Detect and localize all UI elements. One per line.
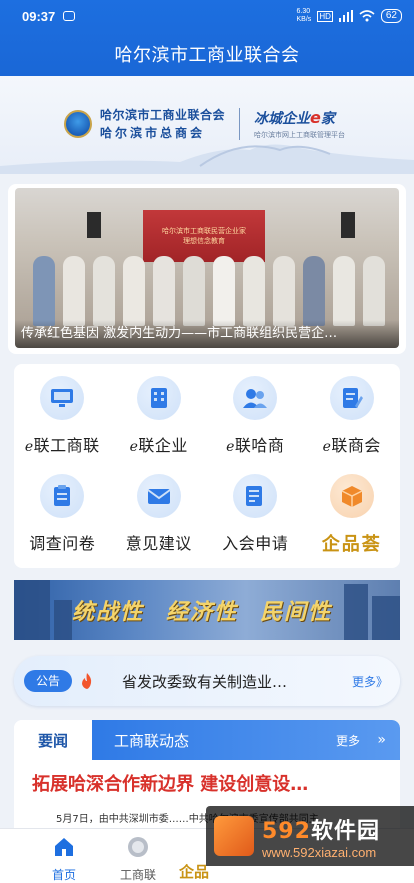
slogan-item: 民间性 bbox=[260, 599, 333, 625]
watermark-url: www.592xiazai.com bbox=[262, 844, 377, 860]
notice-more-link[interactable]: 更多》 bbox=[352, 673, 388, 690]
home-icon bbox=[55, 838, 73, 856]
wifi-icon bbox=[359, 10, 375, 22]
logo-divider bbox=[239, 108, 241, 140]
news-more-link[interactable]: 更多 bbox=[336, 732, 360, 749]
building-graphic bbox=[372, 596, 400, 640]
org-name-line1: 哈尔滨市工商业联合会 bbox=[100, 108, 226, 122]
app-title: 哈尔滨市工商业联合会 bbox=[114, 45, 300, 66]
menu-label: 意见建议 bbox=[125, 534, 192, 553]
org-logo: 哈尔滨市工商业联合会 哈尔滨市总商会 冰城企业e家 哈尔滨市网上工商联管理平台 bbox=[64, 106, 345, 142]
notice-tag: 公告 bbox=[24, 670, 73, 692]
monitor-icon bbox=[40, 376, 85, 420]
users-icon bbox=[233, 376, 278, 420]
menu-e-chamber[interactable]: e联商会 bbox=[304, 372, 401, 460]
building-graphic bbox=[54, 600, 72, 640]
top-bar: 09:37 6.30 KB/s HD 62 哈尔滨市工商业联合会 bbox=[0, 0, 414, 76]
menu-label: 调查问卷 bbox=[29, 534, 96, 553]
news-headline[interactable]: 拓展哈深合作新边界 建设创意设… bbox=[32, 770, 400, 796]
photo-person bbox=[273, 256, 295, 326]
stage-screen: 哈尔滨市工商联民营企业家 理想信念教育 bbox=[143, 210, 265, 262]
document-edit-icon bbox=[329, 376, 374, 420]
slogan-banner[interactable]: 统战性 经济性 民间性 bbox=[14, 580, 400, 640]
news-slider-image[interactable]: 哈尔滨市工商联民营企业家 理想信念教育 传承红色基因 激发内生动力——市工商联组… bbox=[15, 188, 399, 348]
photo-person bbox=[303, 256, 325, 326]
function-grid-card: e联工商联 e联企业 e联哈商 e联商会 调查问卷 意见建议 入会申请 企品荟 bbox=[14, 364, 400, 568]
watermark-number: 592 bbox=[262, 818, 311, 844]
notice-bar[interactable]: 公告 省发改委致有关制造业… 更多》 bbox=[14, 656, 400, 706]
menu-prefix: e bbox=[24, 439, 34, 455]
news-slider-caption[interactable]: 传承红色基因 激发内生动力——市工商联组织民营企… bbox=[15, 320, 399, 348]
nav-home-label: 首页 bbox=[51, 868, 76, 882]
photo-person bbox=[123, 256, 145, 326]
news-tabs: 要闻 工商联动态 更多 » bbox=[14, 720, 400, 760]
mail-icon bbox=[136, 474, 181, 518]
nav-federation[interactable]: 工商联 bbox=[108, 835, 168, 883]
photo-person bbox=[363, 256, 385, 326]
tab-headlines[interactable]: 要闻 bbox=[14, 720, 92, 760]
menu-e-harbin-merchants[interactable]: e联哈商 bbox=[207, 372, 304, 460]
nav-federation-label: 工商联 bbox=[119, 868, 156, 882]
speaker-left bbox=[87, 212, 101, 238]
building-icon bbox=[136, 376, 181, 420]
brand-logo: 冰城企业e家 哈尔滨市网上工商联管理平台 bbox=[254, 108, 345, 140]
brand-e: e bbox=[310, 108, 321, 127]
clipboard-icon bbox=[40, 474, 85, 518]
menu-e-federation[interactable]: e联工商联 bbox=[14, 372, 111, 460]
function-grid: e联工商联 e联企业 e联哈商 e联商会 调查问卷 意见建议 入会申请 企品荟 bbox=[14, 372, 400, 558]
photo-person bbox=[33, 256, 55, 326]
menu-survey[interactable]: 调查问卷 bbox=[14, 470, 111, 558]
fire-icon bbox=[82, 673, 92, 689]
photo-person bbox=[153, 256, 175, 326]
notice-text[interactable]: 省发改委致有关制造业… bbox=[122, 671, 352, 692]
brand-subtitle: 哈尔滨市网上工商联管理平台 bbox=[254, 131, 346, 139]
photo-person bbox=[63, 256, 85, 326]
menu-e-enterprise[interactable]: e联企业 bbox=[111, 372, 208, 460]
menu-label: 入会申请 bbox=[222, 534, 289, 553]
tab-federation-news-label: 工商联动态 bbox=[114, 731, 190, 750]
menu-membership-application[interactable]: 入会申请 bbox=[207, 470, 304, 558]
nav-home[interactable]: 首页 bbox=[34, 835, 94, 883]
photo-person bbox=[243, 256, 265, 326]
battery-indicator: 62 bbox=[380, 9, 402, 23]
status-bar: 09:37 6.30 KB/s HD 62 bbox=[0, 0, 414, 32]
menu-label: 联企业 bbox=[138, 436, 188, 455]
box-icon bbox=[329, 474, 374, 518]
news-slider-card: 哈尔滨市工商联民营企业家 理想信念教育 传承红色基因 激发内生动力——市工商联组… bbox=[8, 184, 406, 354]
notification-icon bbox=[63, 11, 76, 21]
slogan-item: 经济性 bbox=[166, 599, 239, 625]
header-banner: 哈尔滨市工商业联合会 哈尔滨市总商会 冰城企业e家 哈尔滨市网上工商联管理平台 bbox=[0, 76, 414, 174]
menu-label: 联哈商 bbox=[234, 436, 285, 455]
watermark-logo-icon bbox=[214, 816, 254, 856]
building-graphic bbox=[14, 580, 50, 640]
menu-label: 企品荟 bbox=[321, 534, 382, 555]
watermark-name: 软件园 bbox=[310, 818, 380, 844]
photo-person bbox=[333, 256, 355, 326]
menu-product-showcase[interactable]: 企品荟 bbox=[304, 470, 401, 558]
brand-prefix: 冰城企业 bbox=[254, 111, 311, 127]
hd-icon: HD bbox=[317, 10, 333, 22]
photo-person bbox=[183, 256, 205, 326]
menu-suggestions[interactable]: 意见建议 bbox=[111, 470, 208, 558]
tab-federation-news[interactable]: 工商联动态 更多 » bbox=[92, 720, 400, 760]
org-name-line2: 哈尔滨市总商会 bbox=[100, 126, 206, 140]
photo-person bbox=[213, 256, 235, 326]
federation-emblem-icon bbox=[128, 837, 148, 857]
photo-person bbox=[93, 256, 115, 326]
signal-icon bbox=[338, 10, 353, 22]
building-graphic bbox=[344, 584, 368, 640]
federation-emblem-icon bbox=[64, 110, 92, 138]
form-icon bbox=[233, 474, 278, 518]
brand-suffix: 家 bbox=[320, 111, 335, 127]
double-chevron-right-icon: » bbox=[377, 732, 386, 748]
status-time: 09:37 bbox=[22, 8, 56, 24]
menu-prefix: e bbox=[226, 439, 235, 455]
net-speed: 6.30 KB/s bbox=[296, 8, 312, 23]
menu-label: 联工商联 bbox=[33, 436, 100, 455]
slogan-item: 统战性 bbox=[72, 599, 145, 625]
speaker-right bbox=[341, 212, 355, 238]
site-watermark: 592软件园 www.592xiazai.com bbox=[206, 806, 414, 866]
menu-label: 联商会 bbox=[331, 436, 381, 455]
